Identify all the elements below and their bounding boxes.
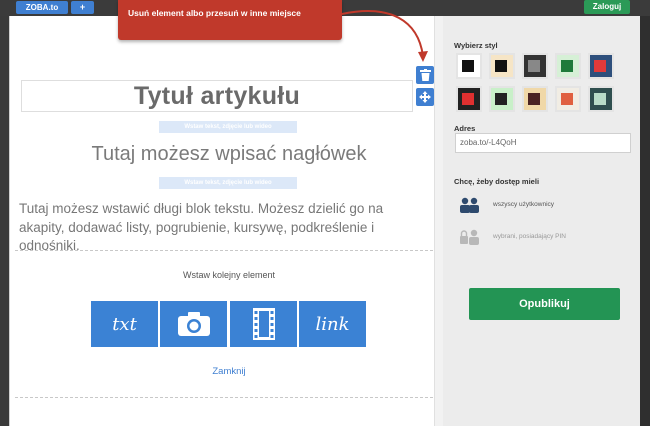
style-swatch[interactable] <box>555 86 581 112</box>
style-swatch-accent <box>594 60 606 72</box>
delete-element-button[interactable] <box>416 66 434 84</box>
zoba-home-button[interactable]: ZOBA.to <box>16 1 68 14</box>
style-swatch-accent <box>495 93 507 105</box>
style-swatch-accent <box>594 93 606 105</box>
style-swatch-accent <box>528 60 540 72</box>
style-swatch-accent <box>528 93 540 105</box>
add-article-button[interactable]: + <box>71 1 94 14</box>
close-insert-link[interactable]: Zamknij <box>201 366 257 377</box>
address-label: Adres <box>454 124 476 133</box>
film-icon <box>252 308 275 340</box>
style-swatch[interactable] <box>522 86 548 112</box>
insert-text-label: txt <box>112 313 137 335</box>
article-title-input[interactable]: Tytuł artykułu <box>21 80 413 112</box>
address-field[interactable]: zoba.to/-L4QoH <box>455 133 631 153</box>
insert-content-hint[interactable]: Wstaw tekst, zdjęcie lub wideo <box>159 177 297 189</box>
move-icon <box>419 91 431 103</box>
insert-image-button[interactable] <box>160 301 227 347</box>
divider <box>15 250 443 251</box>
publish-button[interactable]: Opublikuj <box>469 288 620 320</box>
style-swatch-accent <box>462 60 474 72</box>
style-swatch-accent <box>462 93 474 105</box>
settings-sidebar: Wybierz styl Adres zoba.to/-L4QoH Chcę, … <box>443 16 640 426</box>
style-swatch[interactable] <box>456 86 482 112</box>
divider <box>15 397 443 398</box>
heading-input[interactable]: Tutaj możesz wpisać nagłówek <box>21 143 437 166</box>
insert-video-button[interactable] <box>230 301 297 347</box>
access-all-option[interactable]: wszyscy użytkownicy <box>459 195 629 215</box>
style-swatch[interactable] <box>489 53 515 79</box>
style-swatch-accent <box>561 93 573 105</box>
insert-link-label: link <box>315 313 350 335</box>
camera-icon <box>177 312 210 336</box>
style-swatch[interactable] <box>588 53 614 79</box>
access-pin-option[interactable]: wybrani, posiadający PIN <box>459 227 629 247</box>
article-editor: Tytuł artykułu Wstaw tekst, zdjęcie lub … <box>9 16 443 426</box>
tooltip: Usuń element albo przesuń w inne miejsce <box>118 0 342 40</box>
style-swatch-accent <box>561 60 573 72</box>
window-edge <box>640 16 650 426</box>
style-label: Wybierz styl <box>454 41 498 50</box>
style-swatch-accent <box>495 60 507 72</box>
style-swatch[interactable] <box>522 53 548 79</box>
insert-element-label: Wstaw kolejny element <box>182 270 276 280</box>
editor-scrollbar[interactable] <box>434 16 443 426</box>
access-all-label: wszyscy użytkownicy <box>493 201 555 208</box>
move-element-button[interactable] <box>416 88 434 106</box>
style-swatch[interactable] <box>489 86 515 112</box>
style-swatch[interactable] <box>555 53 581 79</box>
users-icon <box>460 197 479 213</box>
access-pin-label: wybrani, posiadający PIN <box>493 233 566 240</box>
insert-link-button[interactable]: link <box>299 301 366 347</box>
login-button[interactable]: Zaloguj <box>584 0 630 14</box>
style-swatch[interactable] <box>588 86 614 112</box>
tooltip-text: Usuń element albo przesuń w inne miejsce <box>128 8 301 18</box>
insert-text-button[interactable]: txt <box>91 301 158 347</box>
insert-content-hint[interactable]: Wstaw tekst, zdjęcie lub wideo <box>159 121 297 133</box>
style-swatch[interactable] <box>456 53 482 79</box>
text-block-input[interactable]: Tutaj możesz wstawić długi blok tekstu. … <box>19 200 419 256</box>
access-label: Chcę, żeby dostęp mieli <box>454 177 540 186</box>
locked-user-icon <box>460 229 479 245</box>
trash-icon <box>419 69 431 81</box>
